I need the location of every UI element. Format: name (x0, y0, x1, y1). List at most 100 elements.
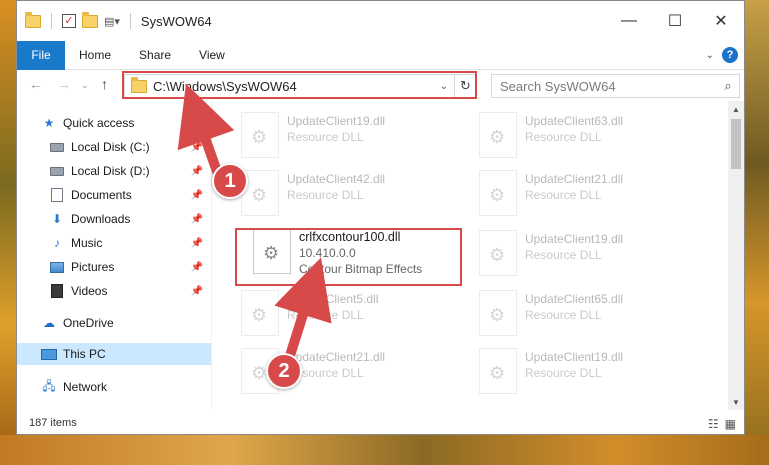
file-name: UpdateClient63.dll (525, 114, 624, 128)
view-buttons: ☷ ▦ (708, 417, 736, 431)
nav-network[interactable]: 🖧 Network (41, 376, 211, 398)
pin-icon[interactable]: 📌 (191, 262, 203, 273)
file-description: Resource DLL (525, 188, 602, 202)
forward-arrow-icon[interactable]: → (57, 76, 71, 92)
toolbar-separator (129, 13, 131, 29)
file-item[interactable]: UpdateClient19.dll Resource DLL (471, 226, 696, 282)
tab-file[interactable]: File (17, 40, 65, 70)
help-icon[interactable]: ? (722, 47, 738, 63)
wallpaper-left (0, 0, 16, 465)
pin-icon[interactable]: 📌 (191, 190, 203, 201)
details-view-icon[interactable]: ☷ (708, 417, 719, 431)
nav-label: Local Disk (D:) (71, 164, 150, 178)
nav-label: OneDrive (63, 316, 114, 330)
pin-icon[interactable]: 📌 (191, 142, 203, 153)
pin-icon[interactable]: 📌 (191, 286, 203, 297)
nav-label: Documents (71, 188, 132, 202)
file-description: Resource DLL (287, 308, 364, 322)
search-input[interactable] (492, 78, 717, 94)
file-name: UpdateClient65.dll (525, 292, 624, 306)
nav-local-disk-d[interactable]: Local Disk (D:) 📌 (49, 160, 211, 182)
recent-locations-icon[interactable]: ⌄ (81, 80, 89, 91)
wallpaper-bottom (0, 435, 769, 465)
nav-music[interactable]: ♪ Music 📌 (49, 232, 211, 254)
minimize-button[interactable]: — (606, 1, 652, 41)
scroll-thumb[interactable] (731, 119, 741, 169)
tab-view[interactable]: View (185, 48, 239, 62)
picture-icon (49, 260, 65, 274)
scroll-down-icon[interactable]: ▼ (728, 394, 744, 410)
pin-icon[interactable]: 📌 (191, 166, 203, 177)
music-icon: ♪ (54, 236, 60, 250)
file-highlight-box (235, 228, 462, 286)
file-item[interactable]: UpdateClient63.dll Resource DLL (471, 108, 696, 164)
video-icon (49, 284, 65, 298)
dll-file-icon (479, 230, 517, 276)
file-name: UpdateClient19.dll (287, 114, 386, 128)
quick-access-toolbar: ✓ ▤▾ (17, 11, 135, 29)
scroll-up-icon[interactable]: ▲ (728, 101, 744, 117)
file-name: UpdateClient21.dll (525, 172, 624, 186)
dll-file-icon (241, 290, 279, 336)
vertical-scrollbar[interactable]: ▲ ▼ (728, 101, 744, 410)
dll-file-icon (479, 112, 517, 158)
ribbon-right-controls: ⌄ ? (706, 47, 738, 63)
expand-ribbon-icon[interactable]: ⌄ (706, 50, 714, 61)
document-icon (49, 188, 65, 202)
search-box[interactable]: ⌕ (491, 74, 740, 98)
nav-documents[interactable]: Documents 📌 (49, 184, 211, 206)
explorer-window: ✓ ▤▾ SysWOW64 — ☐ ✕ File Home Share View… (16, 0, 745, 435)
address-highlight-box (122, 71, 477, 99)
nav-local-disk-c[interactable]: Local Disk (C:) 📌 (49, 136, 211, 158)
step-badge-2: 2 (266, 353, 302, 389)
window-title: SysWOW64 (140, 13, 212, 29)
customize-toolbar-icon[interactable]: ▤▾ (104, 15, 120, 28)
properties-icon[interactable]: ✓ (62, 14, 76, 28)
toolbar-separator (51, 13, 52, 29)
status-bar: 187 items ☷ ▦ (17, 411, 744, 435)
maximize-button[interactable]: ☐ (652, 1, 698, 41)
file-item[interactable]: UpdateClient19.dll Resource DLL (471, 344, 696, 400)
nav-label: Videos (71, 284, 108, 298)
dll-file-icon (479, 170, 517, 216)
new-folder-icon[interactable] (82, 11, 98, 28)
close-button[interactable]: ✕ (698, 1, 744, 41)
ribbon-tabs: File Home Share View ⌄ ? (17, 40, 744, 70)
star-icon: ★ (43, 116, 55, 130)
nav-label: Music (71, 236, 103, 250)
pin-icon[interactable]: 📌 (191, 214, 203, 225)
step-badge-1: 1 (212, 163, 248, 199)
nav-this-pc[interactable]: This PC (17, 343, 211, 365)
nav-pictures[interactable]: Pictures 📌 (49, 256, 211, 278)
disk-icon (49, 164, 65, 178)
disk-icon (49, 140, 65, 154)
tab-share[interactable]: Share (125, 48, 185, 62)
nav-onedrive[interactable]: ☁ OneDrive (41, 312, 211, 334)
file-item[interactable]: UpdateClient21.dll Resource DLL (471, 166, 696, 222)
nav-downloads[interactable]: ⬇ Downloads 📌 (49, 208, 211, 230)
cloud-icon: ☁ (43, 316, 55, 330)
file-item[interactable]: UpdateClient65.dll Resource DLL (471, 286, 696, 342)
back-arrow-icon[interactable]: ← (29, 76, 43, 92)
file-item[interactable]: UpdateClient5.dll Resource DLL (233, 286, 458, 342)
file-item[interactable]: UpdateClient19.dll Resource DLL (233, 108, 458, 164)
up-arrow-icon[interactable]: ↑ (101, 76, 108, 92)
nav-label: Network (63, 380, 108, 394)
tiles-view-icon[interactable]: ▦ (725, 417, 736, 431)
computer-icon (41, 347, 57, 361)
search-icon[interactable]: ⌕ (717, 78, 739, 94)
dll-file-icon (479, 290, 517, 336)
nav-videos[interactable]: Videos 📌 (49, 280, 211, 302)
file-item[interactable]: UpdateClient42.dll Resource DLL (233, 166, 458, 222)
file-name: UpdateClient19.dll (525, 232, 624, 246)
file-description: Resource DLL (525, 366, 602, 380)
item-count: 187 items (29, 417, 77, 429)
pin-icon[interactable]: 📌 (191, 238, 203, 249)
tab-home[interactable]: Home (65, 48, 125, 62)
nav-quick-access[interactable]: ★ Quick access (41, 112, 211, 134)
nav-label: Local Disk (C:) (71, 140, 150, 154)
file-description: Resource DLL (287, 188, 364, 202)
file-description: Resource DLL (525, 248, 602, 262)
navigation-pane: ★ Quick access Local Disk (C:) 📌 Local D… (17, 106, 211, 410)
pane-divider (211, 101, 212, 410)
